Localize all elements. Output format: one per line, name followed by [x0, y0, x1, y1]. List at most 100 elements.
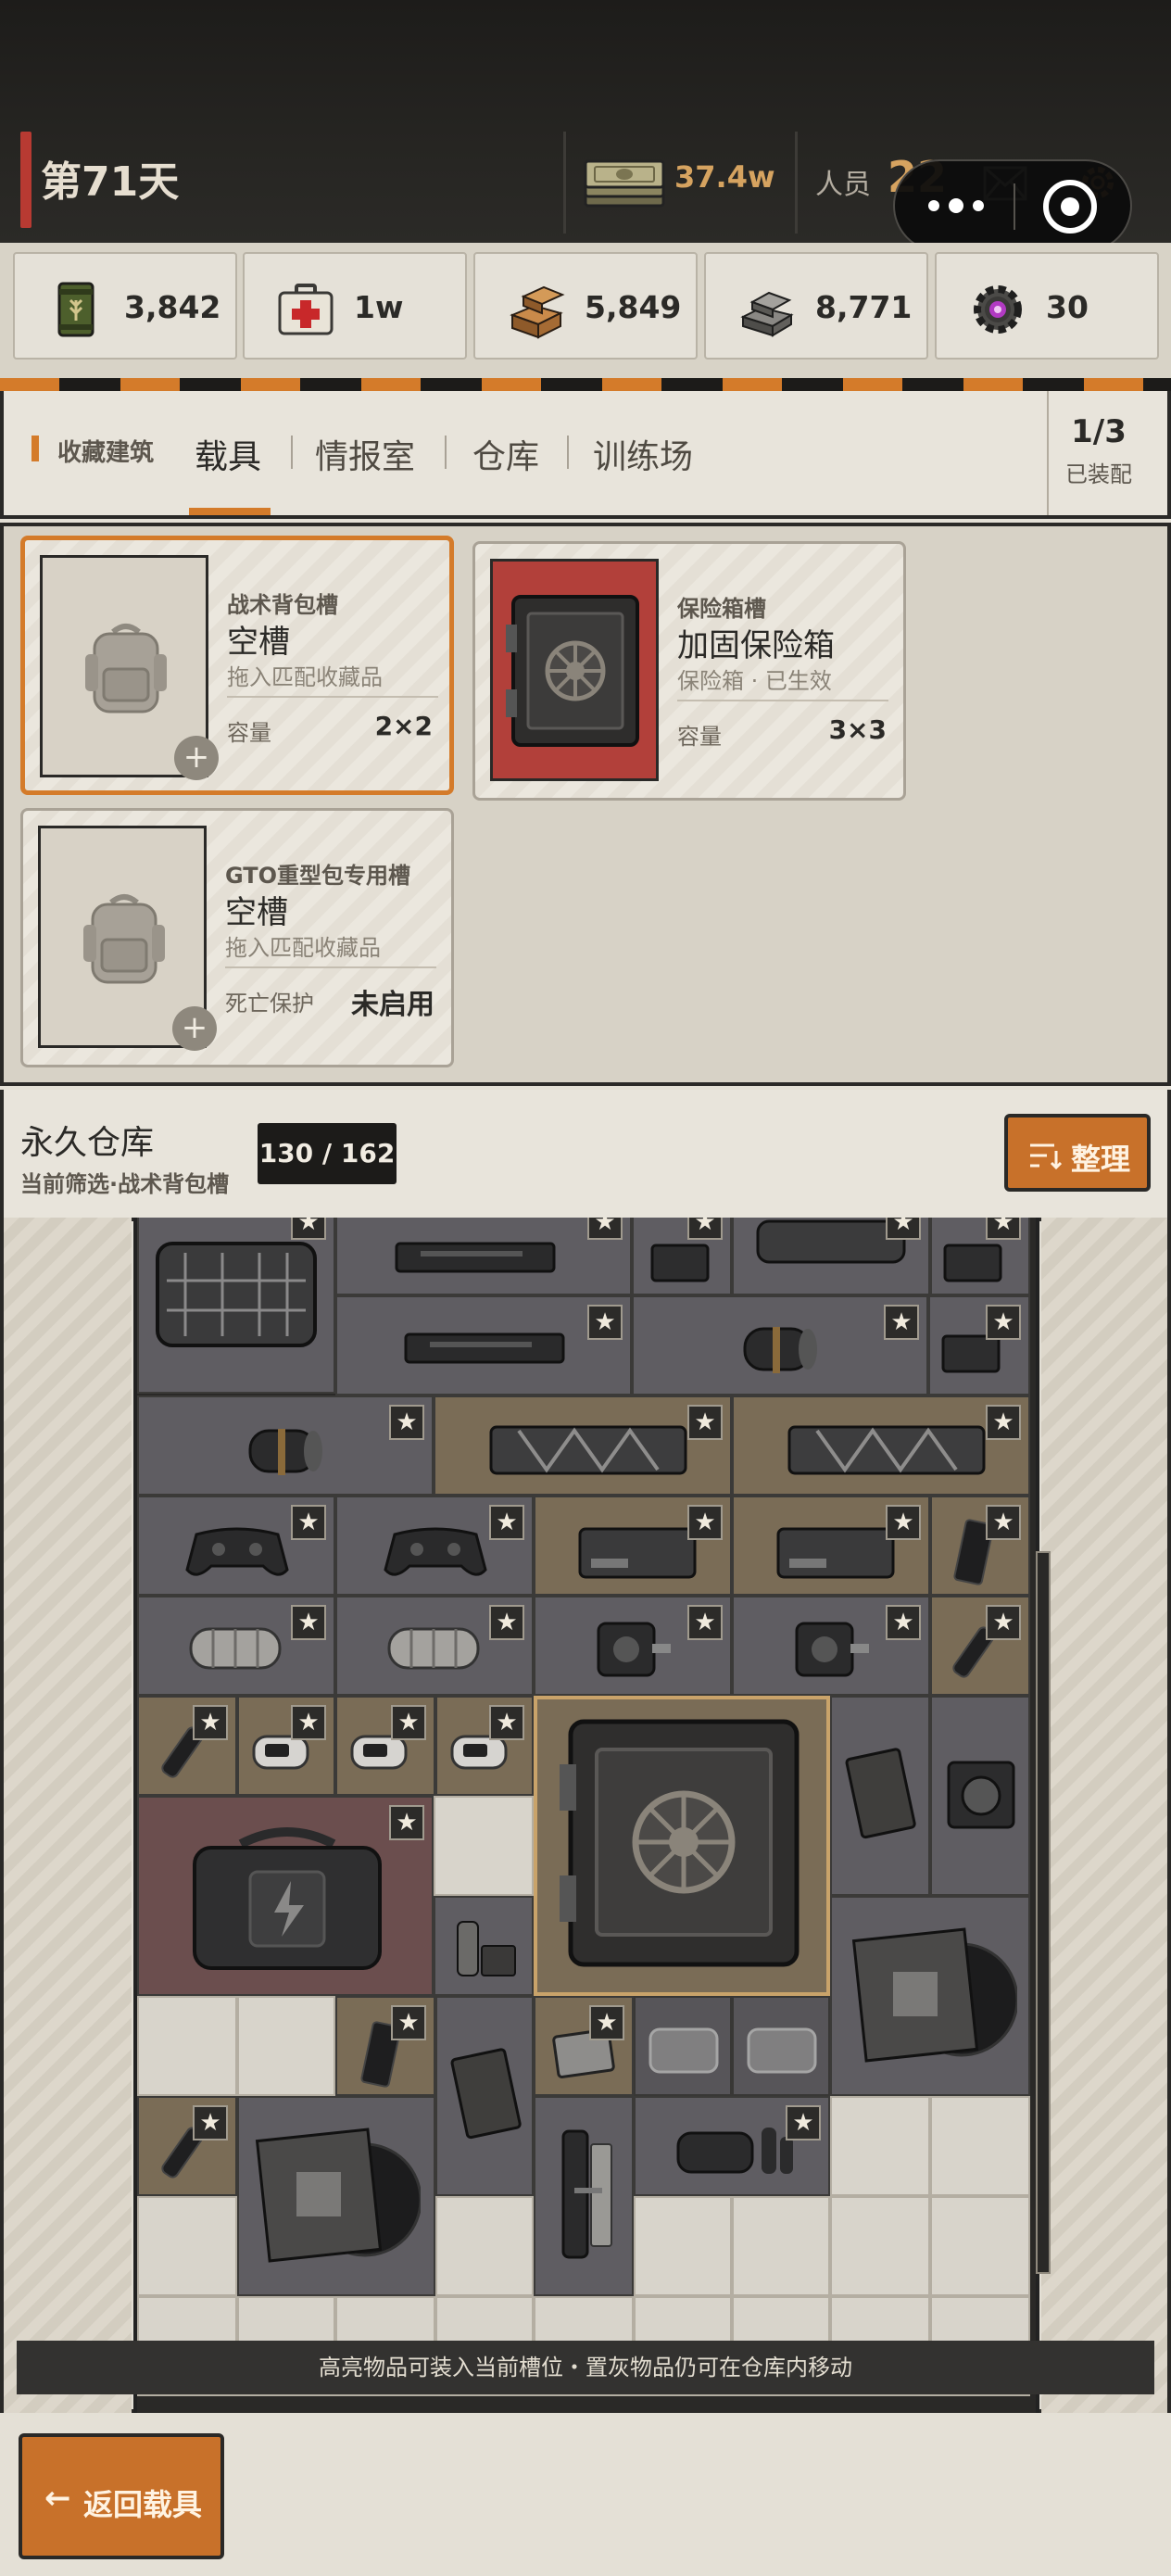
grid-item-flashlight[interactable]: ★ [137, 2096, 237, 2196]
grid-item-mini-box[interactable]: ★ [930, 1218, 1030, 1295]
tab-vehicle[interactable]: 载具 [195, 430, 261, 478]
grid-empty-cell[interactable] [434, 1796, 534, 1896]
close-target-icon[interactable] [1043, 180, 1097, 234]
grid-item-vinyl-record[interactable] [237, 2096, 435, 2296]
favorite-star-icon[interactable]: ★ [986, 1218, 1021, 1240]
grid-item-cloth-roll[interactable]: ★ [335, 1596, 534, 1696]
favorite-star-icon[interactable]: ★ [587, 1218, 623, 1240]
tab-warehouse[interactable]: 仓库 [472, 430, 539, 478]
grid-item-bottle-kit[interactable] [434, 1896, 534, 1996]
add-item-icon[interactable]: + [174, 736, 219, 780]
grid-scrollbar[interactable] [1036, 1551, 1051, 2274]
grid-empty-cell[interactable] [137, 2196, 237, 2296]
favorite-star-icon[interactable]: ★ [489, 1505, 524, 1540]
favorite-star-icon[interactable]: ★ [986, 1505, 1021, 1540]
grid-item-tape-roll[interactable]: ★ [632, 1295, 928, 1395]
resource-food[interactable]: 3,842 [13, 252, 237, 360]
grid-empty-cell[interactable] [634, 2196, 732, 2296]
back-to-vehicle-button[interactable]: ← 返回载具 [19, 2433, 224, 2559]
favorite-star-icon[interactable]: ★ [986, 1305, 1021, 1340]
grid-item-motor[interactable]: ★ [732, 1596, 930, 1696]
grid-item-router-box[interactable]: ★ [732, 1496, 930, 1596]
favorite-star-icon[interactable]: ★ [291, 1605, 326, 1640]
grid-item-tool-bar[interactable]: ★ [335, 1218, 632, 1295]
grid-item-router-box[interactable]: ★ [534, 1496, 732, 1596]
favorite-star-icon[interactable]: ★ [986, 1605, 1021, 1640]
favorite-star-icon[interactable]: ★ [291, 1218, 326, 1240]
grid-empty-cell[interactable] [930, 2196, 1030, 2296]
grid-item-flashlight[interactable]: ★ [137, 1696, 237, 1796]
mini-program-capsule[interactable] [893, 159, 1132, 252]
grid-item-reinforced-safe[interactable] [534, 1696, 830, 1996]
favorite-star-icon[interactable]: ★ [589, 2005, 624, 2040]
grid-item-vinyl-record[interactable] [830, 1896, 1030, 2096]
warehouse-grid[interactable]: ★ ★ ★ ★ ★ ★ ★ ★ ★ ★ ★ ★ ★ ★ ★ ★ ★ ★ ★ ★ … [133, 1218, 1039, 2413]
resource-core[interactable]: 30 [935, 252, 1159, 360]
favorite-star-icon[interactable]: ★ [687, 1405, 723, 1440]
favorite-star-icon[interactable]: ★ [687, 1605, 723, 1640]
grid-empty-cell[interactable] [137, 1996, 237, 2096]
safe-box-slot[interactable]: 保险箱槽 加固保险箱 保险箱 · 已生效 容量 3×3 [472, 541, 906, 801]
grid-item-oximeter[interactable]: ★ [435, 1696, 534, 1796]
grid-item-power-station[interactable]: ★ [137, 1796, 434, 1996]
grid-item-tablet[interactable]: ★ [534, 1996, 634, 2096]
grid-item-cloth-roll[interactable]: ★ [137, 1596, 335, 1696]
favorite-star-icon[interactable]: ★ [291, 1505, 326, 1540]
favorite-star-icon[interactable]: ★ [687, 1505, 723, 1540]
grid-item-mini-box[interactable]: ★ [928, 1295, 1030, 1395]
grid-item-phone[interactable]: ★ [930, 1496, 1030, 1596]
tab-training-ground[interactable]: 训练场 [593, 430, 693, 478]
grid-item-door-lock[interactable] [534, 2096, 634, 2296]
grid-empty-cell[interactable] [435, 2196, 534, 2296]
favorite-star-icon[interactable]: ★ [193, 1705, 228, 1740]
grid-item-mini-box[interactable]: ★ [632, 1218, 732, 1295]
grid-item-clear-case[interactable] [732, 1996, 830, 2096]
grid-empty-cell[interactable] [830, 2096, 930, 2196]
favorite-star-icon[interactable]: ★ [291, 1705, 326, 1740]
favorite-star-icon[interactable]: ★ [389, 1805, 424, 1840]
favorite-star-icon[interactable]: ★ [391, 2005, 426, 2040]
favorite-star-icon[interactable]: ★ [489, 1605, 524, 1640]
grid-item-notebook[interactable] [830, 1696, 930, 1896]
resource-medicine[interactable]: 1w [243, 252, 467, 360]
favorite-star-icon[interactable]: ★ [587, 1305, 623, 1340]
grid-empty-cell[interactable] [732, 2196, 830, 2296]
add-item-icon[interactable]: + [172, 1006, 217, 1051]
grid-empty-cell[interactable] [930, 2096, 1030, 2196]
sort-button[interactable]: 整理 [1004, 1114, 1151, 1192]
grid-item-phone[interactable]: ★ [335, 1996, 435, 2096]
grid-item-camera[interactable] [930, 1696, 1030, 1896]
favorite-star-icon[interactable]: ★ [489, 1705, 524, 1740]
favorite-star-icon[interactable]: ★ [193, 2105, 228, 2140]
grid-item-flashlight[interactable]: ★ [930, 1596, 1030, 1696]
resource-wood[interactable]: 5,849 [473, 252, 698, 360]
favorite-star-icon[interactable]: ★ [391, 1705, 426, 1740]
grid-empty-cell[interactable] [237, 1996, 335, 2096]
grid-item-truss-rail[interactable]: ★ [434, 1395, 732, 1496]
favorite-star-icon[interactable]: ★ [389, 1405, 424, 1440]
favorite-star-icon[interactable]: ★ [884, 1305, 919, 1340]
favorite-star-icon[interactable]: ★ [886, 1505, 921, 1540]
grid-item-motor[interactable]: ★ [534, 1596, 732, 1696]
favorite-star-icon[interactable]: ★ [886, 1218, 921, 1240]
grid-item-tool-bar[interactable]: ★ [335, 1295, 632, 1395]
tactical-backpack-slot[interactable]: + 战术背包槽 空槽 拖入匹配收藏品 容量 2×2 [20, 536, 454, 795]
tab-intel-room[interactable]: 情报室 [315, 430, 415, 478]
grid-empty-cell[interactable] [830, 2196, 930, 2296]
grid-item-gamepad[interactable]: ★ [137, 1496, 335, 1596]
grid-item-case-lid[interactable]: ★ [732, 1218, 930, 1295]
grid-item-organizer-case[interactable]: ★ [137, 1218, 335, 1394]
favorite-star-icon[interactable]: ★ [886, 1605, 921, 1640]
grid-item-notebook[interactable] [435, 1996, 534, 2196]
favorite-star-icon[interactable]: ★ [786, 2105, 821, 2140]
favorite-star-icon[interactable]: ★ [687, 1218, 723, 1240]
favorite-star-icon[interactable]: ★ [986, 1405, 1021, 1440]
grid-item-tape-roll[interactable]: ★ [137, 1395, 434, 1496]
gto-heavy-pack-slot[interactable]: + GTO重型包专用槽 空槽 拖入匹配收藏品 死亡保护 未启用 [20, 808, 454, 1067]
grid-item-oximeter[interactable]: ★ [237, 1696, 335, 1796]
grid-item-clear-case[interactable] [634, 1996, 732, 2096]
grid-item-truss-rail[interactable]: ★ [732, 1395, 1030, 1496]
grid-item-gamepad[interactable]: ★ [335, 1496, 534, 1596]
grid-item-oximeter[interactable]: ★ [335, 1696, 435, 1796]
resource-metal[interactable]: 8,771 [704, 252, 928, 360]
